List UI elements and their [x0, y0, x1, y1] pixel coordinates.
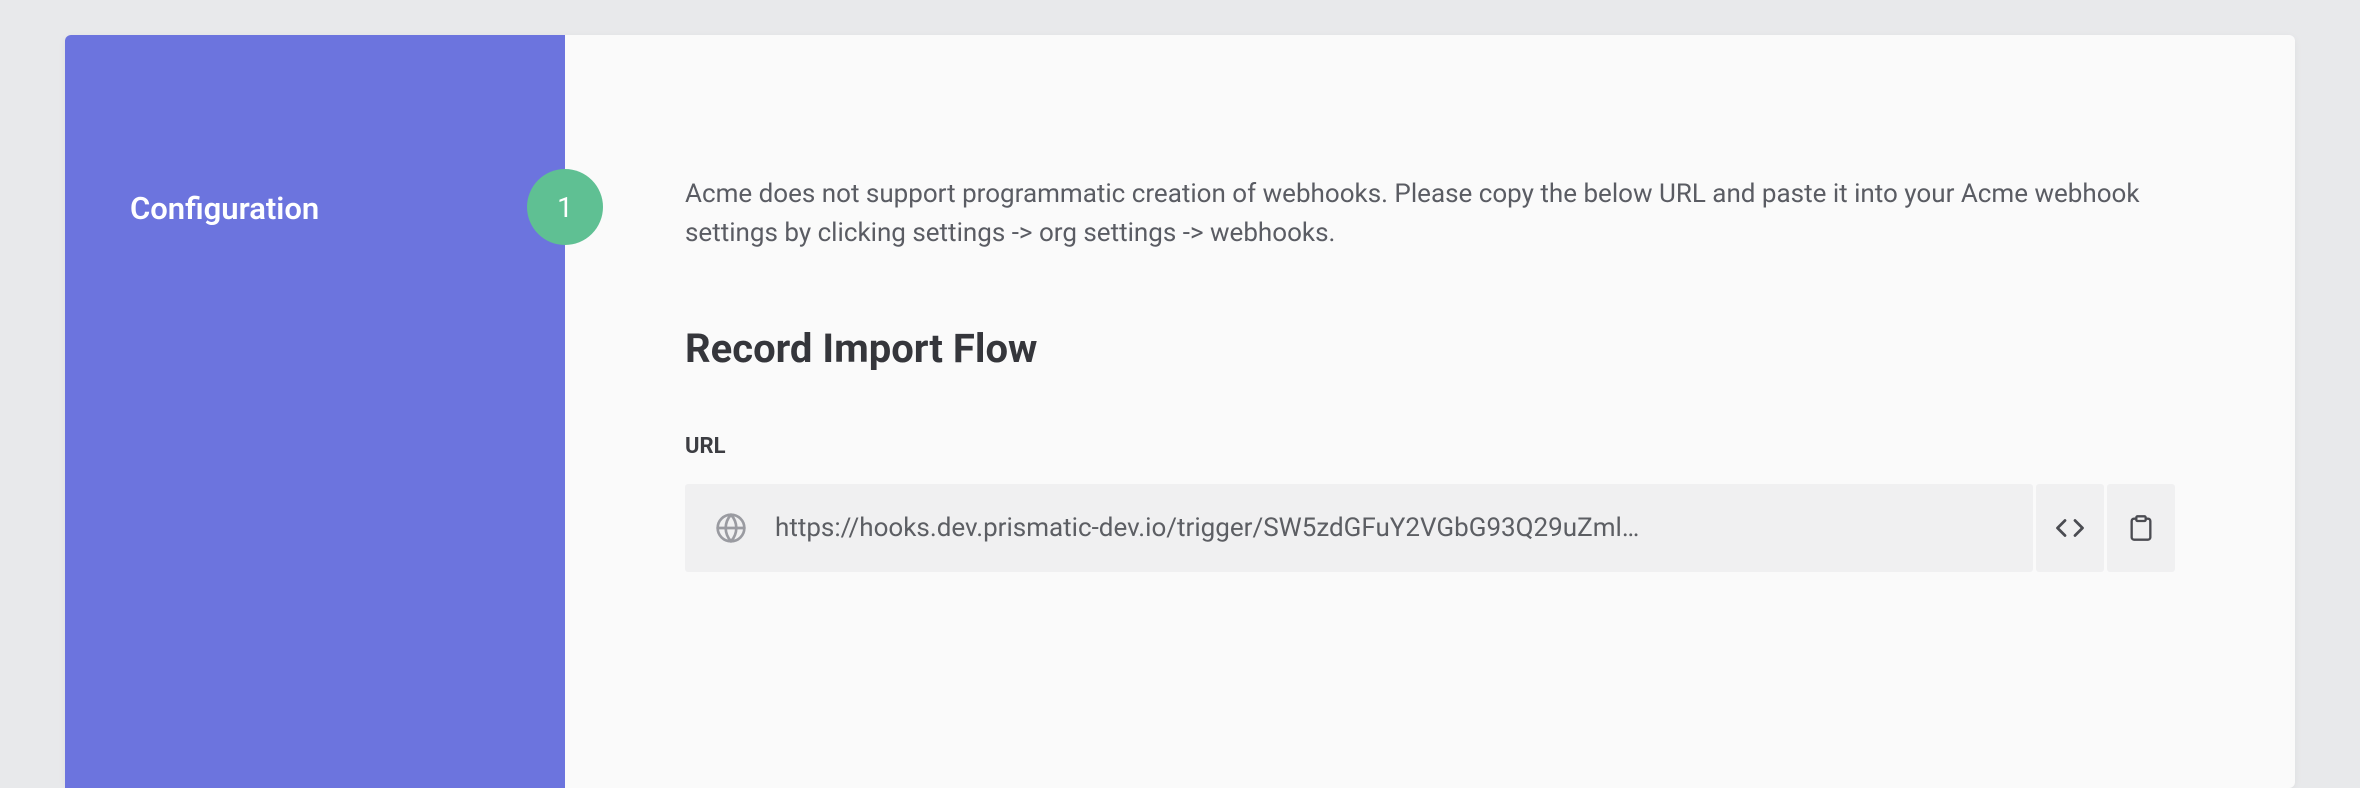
main-content: Acme does not support programmatic creat…: [565, 35, 2295, 788]
url-display: https://hooks.dev.prismatic-dev.io/trigg…: [685, 484, 2033, 572]
url-value: https://hooks.dev.prismatic-dev.io/trigg…: [775, 513, 1639, 543]
url-field-label: URL: [685, 434, 2175, 459]
sidebar-title: Configuration: [65, 35, 565, 227]
step-badge: 1: [527, 169, 603, 245]
copy-button[interactable]: [2107, 484, 2175, 572]
sidebar: Configuration 1: [65, 35, 565, 788]
code-icon: [2055, 513, 2085, 543]
step-number: 1: [557, 191, 573, 224]
config-card: Configuration 1 Acme does not support pr…: [65, 35, 2295, 788]
globe-icon: [715, 512, 747, 544]
instructions-text: Acme does not support programmatic creat…: [685, 175, 2175, 253]
section-title: Record Import Flow: [685, 325, 2175, 372]
code-button[interactable]: [2036, 484, 2104, 572]
clipboard-icon: [2127, 514, 2155, 542]
url-row: https://hooks.dev.prismatic-dev.io/trigg…: [685, 484, 2175, 572]
